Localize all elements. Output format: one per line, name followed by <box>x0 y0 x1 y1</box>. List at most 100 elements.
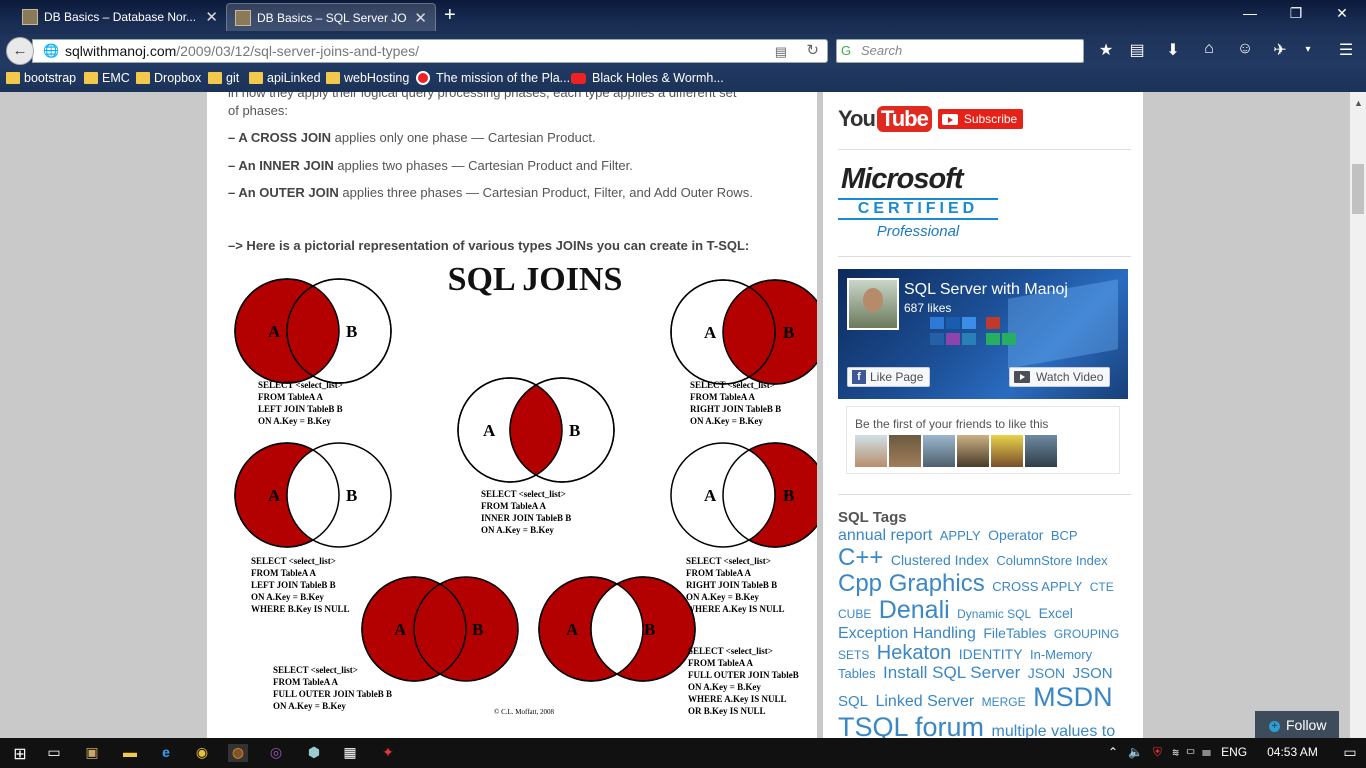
language-indicator[interactable]: ENG <box>1221 745 1247 759</box>
wifi-icon[interactable]: ≋ <box>1172 745 1179 759</box>
tag-link[interactable]: CROSS APPLY <box>992 579 1082 594</box>
app-icon[interactable]: ⬢ <box>304 744 324 762</box>
tag-link[interactable]: Excel <box>1039 605 1073 621</box>
tag-link[interactable]: Denali <box>879 596 950 625</box>
follow-button[interactable]: + Follow <box>1255 711 1339 738</box>
avatar[interactable] <box>855 435 887 467</box>
tag-link[interactable]: Clustered Index <box>891 552 989 568</box>
maximize-icon[interactable]: ❐ <box>1276 5 1316 22</box>
bookmark-dropbox[interactable]: Dropbox <box>136 71 201 85</box>
tag-link[interactable]: FileTables <box>983 625 1046 641</box>
tag-link[interactable]: BCP <box>1051 528 1078 543</box>
app-icon[interactable]: ▦ <box>340 744 360 762</box>
left-excluding-join-query: SELECT <select_list> FROM TableA A LEFT … <box>251 556 350 614</box>
avatar[interactable] <box>1025 435 1057 467</box>
back-button-icon[interactable]: ← <box>6 37 34 65</box>
fb-page-name[interactable]: SQL Server with Manoj <box>904 281 1068 299</box>
edge-icon[interactable]: e <box>156 744 176 762</box>
bookmark-black-holes[interactable]: Black Holes & Wormh... <box>571 71 724 85</box>
tag-link[interactable]: Operator <box>988 527 1043 543</box>
extension-icon[interactable]: ✈ <box>1270 40 1290 60</box>
tag-link[interactable]: annual report <box>838 527 932 544</box>
search-input[interactable]: G Search <box>836 39 1084 63</box>
menu-icon[interactable]: ☰ <box>1336 40 1356 60</box>
tab-db-normalization[interactable]: DB Basics – Database Nor... ✕ <box>14 3 226 31</box>
tag-link[interactable]: Install SQL Server <box>883 663 1020 683</box>
subscribe-button[interactable]: Subscribe <box>937 109 1024 129</box>
clock[interactable]: 04:53 AM <box>1267 745 1318 759</box>
url-domain: sqlwithmanoj.com <box>65 43 177 59</box>
logo-text: Tube <box>876 106 932 132</box>
chat-icon[interactable]: ☺ <box>1235 40 1255 58</box>
tag-link[interactable]: IDENTITY <box>959 646 1023 662</box>
tag-link[interactable]: Hekaton <box>877 642 952 664</box>
downloads-icon[interactable]: ⬇ <box>1163 40 1183 60</box>
notifications-icon[interactable]: ☰ <box>1202 745 1211 759</box>
app-icon[interactable]: ▣ <box>82 744 102 762</box>
chrome-icon[interactable]: ◉ <box>192 744 212 762</box>
avatar[interactable] <box>889 435 921 467</box>
tag-link[interactable]: Exception Handling <box>838 625 976 642</box>
facebook-page-widget[interactable]: SQL Server with Manoj 687 likes f Like Pa… <box>838 269 1128 399</box>
avatar[interactable] <box>991 435 1023 467</box>
search-engine-icon[interactable]: G <box>841 40 851 62</box>
action-center-icon[interactable]: ▭ <box>1340 744 1360 762</box>
tag-link[interactable]: Linked Server <box>875 693 974 710</box>
like-page-button[interactable]: f Like Page <box>847 367 931 387</box>
avatar[interactable] <box>957 435 989 467</box>
chevron-down-icon[interactable]: ▾ <box>1298 44 1318 55</box>
windows-start-icon[interactable]: ⊞ <box>10 744 30 763</box>
app-icon[interactable]: ◎ <box>266 744 286 762</box>
page-scrollbar[interactable]: ▲ <box>1350 92 1366 738</box>
intro-text: of phases: <box>228 103 288 118</box>
scroll-up-icon[interactable]: ▲ <box>1354 98 1363 108</box>
volume-icon[interactable]: 🔈 <box>1128 745 1143 759</box>
shield-icon[interactable]: ⛨ <box>1153 745 1162 759</box>
bookmark-webhosting[interactable]: webHosting <box>326 71 409 85</box>
firefox-icon[interactable]: ◍ <box>228 744 248 762</box>
reader-view-icon[interactable]: ▤ <box>775 41 787 63</box>
avatar[interactable] <box>923 435 955 467</box>
close-tab-icon[interactable]: ✕ <box>414 9 427 27</box>
full-outer-join-venn: A B <box>361 576 519 682</box>
facebook-icon: f <box>852 370 866 384</box>
bookmark-star-icon[interactable]: ★ <box>1096 40 1116 60</box>
file-explorer-icon[interactable]: ▬ <box>120 744 140 762</box>
task-view-icon[interactable]: ▭ <box>44 744 64 762</box>
close-window-icon[interactable]: ✕ <box>1322 5 1362 22</box>
new-tab-icon[interactable]: + <box>444 4 456 27</box>
youtube-logo[interactable]: You Tube <box>838 106 932 132</box>
venn-label-a: A <box>704 486 717 505</box>
tab-sql-joins[interactable]: DB Basics – SQL Server JOI... ✕ <box>226 3 436 31</box>
chevron-up-icon[interactable]: ⌃ <box>1108 745 1118 759</box>
app-icon[interactable]: ✦ <box>378 744 398 762</box>
address-bar[interactable]: 🌐 sqlwithmanoj.com/2009/03/12/sql-server… <box>32 39 828 63</box>
home-icon[interactable]: ⌂ <box>1199 40 1219 58</box>
minimize-icon[interactable]: — <box>1230 5 1270 21</box>
bookmark-bootstrap[interactable]: bootstrap <box>6 71 76 85</box>
tag-link[interactable]: Cpp Graphics <box>838 570 985 597</box>
site-favicon-icon <box>235 9 251 26</box>
site-info-icon[interactable]: 🌐 <box>43 40 59 62</box>
tag-link[interactable]: CUBE <box>838 607 871 621</box>
tag-link[interactable]: JSON <box>1028 665 1065 681</box>
battery-icon[interactable]: ▭ <box>1186 745 1196 759</box>
tag-link[interactable]: APPLY <box>940 528 981 543</box>
scrollbar-thumb[interactable] <box>1352 164 1364 214</box>
tag-link[interactable]: C++ <box>838 544 883 571</box>
reload-icon[interactable]: ↻ <box>806 40 819 62</box>
bookmarks-list-icon[interactable]: ▤ <box>1127 40 1147 60</box>
bookmark-mission[interactable]: The mission of the Pla... <box>416 71 570 85</box>
tag-link[interactable]: MERGE <box>982 695 1026 709</box>
tag-link[interactable]: Dynamic SQL <box>957 607 1031 621</box>
watch-video-button[interactable]: Watch Video <box>1009 367 1111 387</box>
avatar[interactable] <box>847 278 899 330</box>
item-text: applies only one phase — Cartesian Produ… <box>331 130 596 145</box>
subscribe-label: Subscribe <box>963 112 1018 126</box>
tag-link[interactable]: CTE <box>1090 580 1114 594</box>
bookmark-emc[interactable]: EMC <box>84 71 130 85</box>
tag-link[interactable]: ColumnStore Index <box>996 553 1107 568</box>
bookmark-git[interactable]: git <box>208 71 239 85</box>
close-tab-icon[interactable]: ✕ <box>205 8 218 26</box>
bookmark-apilinked[interactable]: apiLinked <box>249 71 321 85</box>
